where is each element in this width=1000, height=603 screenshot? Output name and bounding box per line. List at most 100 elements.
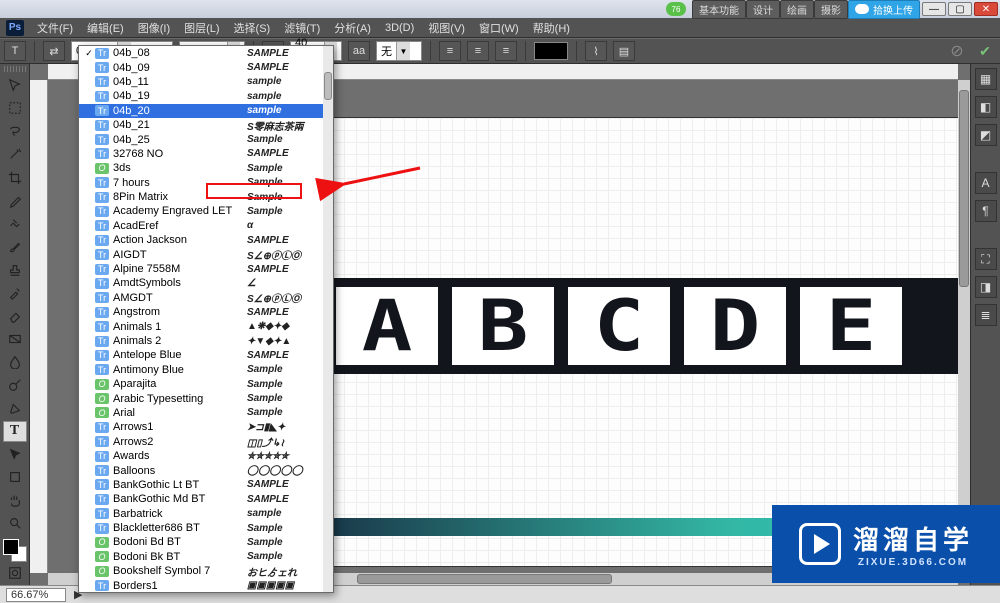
font-item-Balloons[interactable]: TrBalloons◯◯◯◯◯ bbox=[79, 463, 333, 477]
font-item-Academy-Engraved-LET[interactable]: TrAcademy Engraved LETSample bbox=[79, 204, 333, 218]
menu-3d[interactable]: 3D(D) bbox=[380, 20, 419, 36]
font-item-Barbatrick[interactable]: TrBarbatricksample bbox=[79, 507, 333, 521]
heal-tool[interactable] bbox=[3, 213, 27, 234]
wand-tool[interactable] bbox=[3, 144, 27, 165]
font-item-Arrows2[interactable]: TrArrows2◫▯⤴↳≀ bbox=[79, 435, 333, 449]
font-item-Aparajita[interactable]: OAparajitaSample bbox=[79, 377, 333, 391]
quickmask-toggle[interactable] bbox=[3, 563, 27, 584]
font-item-Bookshelf-Symbol-7[interactable]: OBookshelf Symbol 7おヒゟェれ bbox=[79, 564, 333, 578]
artboard[interactable]: A B C D E bbox=[332, 118, 970, 566]
lasso-tool[interactable] bbox=[3, 121, 27, 142]
eraser-tool[interactable] bbox=[3, 305, 27, 326]
font-item-Alpine-7558M[interactable]: TrAlpine 7558MSAMPLE bbox=[79, 262, 333, 276]
char-panel-icon[interactable]: ▤ bbox=[613, 41, 635, 61]
workspace-design[interactable]: 设计 bbox=[746, 0, 780, 19]
scroll-thumb[interactable] bbox=[357, 574, 612, 584]
font-item-Arabic-Typesetting[interactable]: OArabic TypesettingSample bbox=[79, 391, 333, 405]
eyedropper-tool[interactable] bbox=[3, 190, 27, 211]
hand-tool[interactable] bbox=[3, 490, 27, 511]
font-item-AmdtSymbols[interactable]: TrAmdtSymbols∠ bbox=[79, 276, 333, 290]
menu-edit[interactable]: 编辑(E) bbox=[82, 18, 129, 38]
type-tool[interactable]: T bbox=[3, 421, 27, 442]
workspace-paint[interactable]: 绘画 bbox=[780, 0, 814, 19]
brush-tool[interactable] bbox=[3, 236, 27, 257]
font-item-Arial[interactable]: OArialSample bbox=[79, 406, 333, 420]
maximize-button[interactable]: ▢ bbox=[948, 2, 972, 16]
menu-analyze[interactable]: 分析(A) bbox=[329, 18, 376, 38]
panel-para-icon[interactable]: ¶ bbox=[975, 200, 997, 222]
font-item-04b_09[interactable]: Tr04b_09SAMPLE bbox=[79, 60, 333, 74]
dropdown-scrollbar[interactable] bbox=[323, 46, 333, 592]
font-item-Blackletter686-BT[interactable]: TrBlackletter686 BTSample bbox=[79, 521, 333, 535]
commit-edit-icon[interactable]: ✔ bbox=[974, 41, 996, 61]
font-item-04b_11[interactable]: Tr04b_11sample bbox=[79, 75, 333, 89]
align-center[interactable]: ≡ bbox=[467, 41, 489, 61]
menu-layer[interactable]: 图层(L) bbox=[179, 18, 224, 38]
workspace-photo[interactable]: 摄影 bbox=[814, 0, 848, 19]
font-item-8Pin-Matrix[interactable]: Tr8Pin MatrixSample bbox=[79, 190, 333, 204]
font-item-32768-NO[interactable]: Tr32768 NOSAMPLE bbox=[79, 147, 333, 161]
crop-tool[interactable] bbox=[3, 167, 27, 188]
menu-filter[interactable]: 滤镜(T) bbox=[279, 18, 325, 38]
panel-swatches-icon[interactable]: ◧ bbox=[975, 96, 997, 118]
menu-window[interactable]: 窗口(W) bbox=[474, 18, 524, 38]
align-right[interactable]: ≡ bbox=[495, 41, 517, 61]
scrollbar-vertical[interactable] bbox=[958, 80, 970, 573]
font-item-Awards[interactable]: TrAwards✮✮✮✮✮ bbox=[79, 449, 333, 463]
upload-button[interactable]: 拾换上传 bbox=[848, 0, 920, 19]
font-item-AcadEref[interactable]: TrAcadErefα bbox=[79, 219, 333, 233]
gradient-tool[interactable] bbox=[3, 328, 27, 349]
font-item-Animals-2[interactable]: TrAnimals 2✦▼◆✦▲ bbox=[79, 334, 333, 348]
font-item-Angstrom[interactable]: TrAngstromSAMPLE bbox=[79, 305, 333, 319]
align-left[interactable]: ≡ bbox=[439, 41, 461, 61]
panel-nav-icon[interactable]: ⛶ bbox=[975, 248, 997, 270]
menu-file[interactable]: 文件(F) bbox=[32, 18, 78, 38]
font-item-AMGDT[interactable]: TrAMGDTS∠⊕ⓟⓁⓄ bbox=[79, 291, 333, 305]
font-item-Antelope-Blue[interactable]: TrAntelope BlueSAMPLE bbox=[79, 348, 333, 362]
panel-adjust-icon[interactable]: ◨ bbox=[975, 276, 997, 298]
dodge-tool[interactable] bbox=[3, 375, 27, 396]
blur-tool[interactable] bbox=[3, 351, 27, 372]
font-list[interactable]: ✓Tr04b_08SAMPLETr04b_09SAMPLETr04b_11sam… bbox=[79, 46, 333, 592]
marquee-tool[interactable] bbox=[3, 98, 27, 119]
scroll-thumb[interactable] bbox=[959, 90, 969, 287]
font-item-BankGothic-Md-BT[interactable]: TrBankGothic Md BTSAMPLE bbox=[79, 492, 333, 506]
zoom-field[interactable]: 66.67% bbox=[6, 588, 66, 602]
orientation-toggle[interactable]: ⇄ bbox=[43, 41, 65, 61]
panel-styles-icon[interactable]: ◩ bbox=[975, 124, 997, 146]
font-item-AIGDT[interactable]: TrAIGDTS∠⊕ⓟⓁⓄ bbox=[79, 247, 333, 261]
text-layer[interactable]: A B C D E bbox=[332, 278, 970, 374]
menu-help[interactable]: 帮助(H) bbox=[528, 18, 575, 38]
chevron-down-icon[interactable]: ▼ bbox=[396, 42, 410, 60]
text-color-swatch[interactable] bbox=[534, 42, 568, 60]
menu-select[interactable]: 选择(S) bbox=[229, 18, 276, 38]
shape-tool[interactable] bbox=[3, 467, 27, 488]
font-item-Bodoni-Bd-BT[interactable]: OBodoni Bd BTSample bbox=[79, 535, 333, 549]
panel-char-icon[interactable]: A bbox=[975, 172, 997, 194]
stamp-tool[interactable] bbox=[3, 259, 27, 280]
font-item-04b_21[interactable]: Tr04b_21S零麻志茶兩 bbox=[79, 118, 333, 132]
minimize-button[interactable]: — bbox=[922, 2, 946, 16]
tool-preset-icon[interactable]: T bbox=[4, 41, 26, 61]
ruler-vertical[interactable] bbox=[30, 80, 48, 573]
font-item-Action-Jackson[interactable]: TrAction JacksonSAMPLE bbox=[79, 233, 333, 247]
panel-color-icon[interactable]: ▦ bbox=[975, 68, 997, 90]
color-swatches[interactable] bbox=[3, 539, 27, 562]
font-item-04b_20[interactable]: Tr04b_20sample bbox=[79, 104, 333, 118]
font-item-3ds[interactable]: O3dsSample bbox=[79, 161, 333, 175]
cancel-edit-icon[interactable]: ⊘ bbox=[946, 41, 968, 61]
close-button[interactable]: ✕ bbox=[974, 2, 998, 16]
font-item-Animals-1[interactable]: TrAnimals 1▲❋◆✦◆ bbox=[79, 319, 333, 333]
font-item-Antimony-Blue[interactable]: TrAntimony BlueSample bbox=[79, 363, 333, 377]
font-item-Borders1[interactable]: TrBorders1▣▣▣▣▣ bbox=[79, 578, 333, 592]
font-family-dropdown[interactable]: ✓Tr04b_08SAMPLETr04b_09SAMPLETr04b_11sam… bbox=[78, 45, 334, 593]
font-item-04b_25[interactable]: Tr04b_25Sample bbox=[79, 132, 333, 146]
font-item-7-hours[interactable]: Tr7 hoursSample bbox=[79, 176, 333, 190]
history-brush-tool[interactable] bbox=[3, 282, 27, 303]
pen-tool[interactable] bbox=[3, 398, 27, 419]
font-item-04b_08[interactable]: ✓Tr04b_08SAMPLE bbox=[79, 46, 333, 60]
font-item-BankGothic-Lt-BT[interactable]: TrBankGothic Lt BTSAMPLE bbox=[79, 478, 333, 492]
path-select-tool[interactable] bbox=[3, 444, 27, 465]
workspace-basic[interactable]: 基本功能 bbox=[692, 0, 746, 19]
font-item-04b_19[interactable]: Tr04b_19sample bbox=[79, 89, 333, 103]
